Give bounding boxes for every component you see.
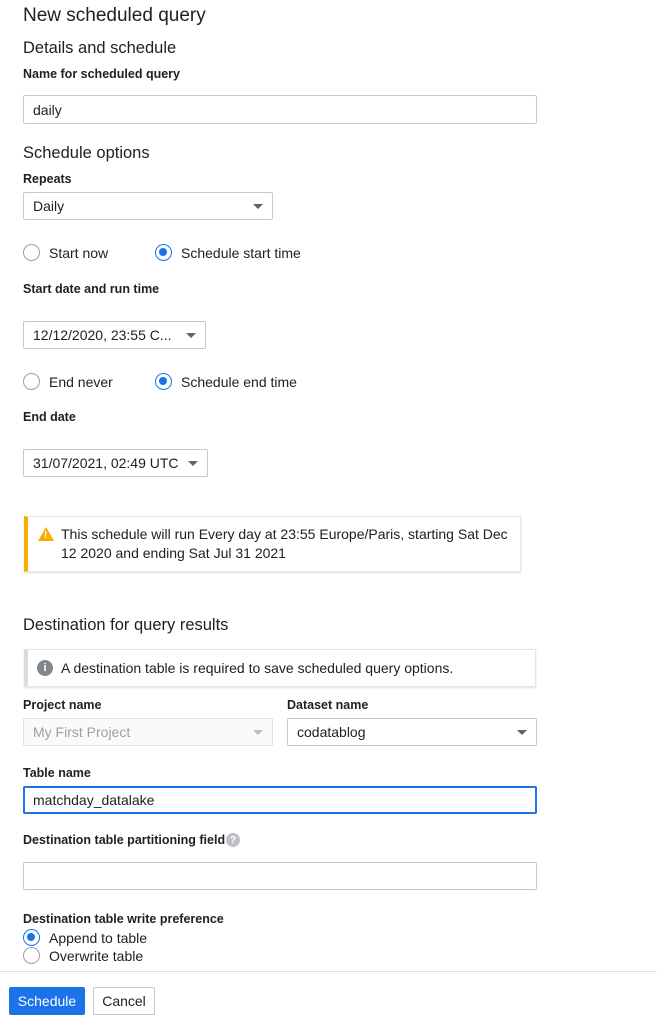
end-date-label: End date (23, 410, 76, 424)
dataset-select[interactable]: codatablog (287, 718, 537, 746)
end-never-radio[interactable] (23, 373, 40, 390)
schedule-button[interactable]: Schedule (9, 987, 85, 1015)
chevron-down-icon (253, 729, 263, 735)
page-title: New scheduled query (23, 5, 206, 26)
destination-heading: Destination for query results (23, 616, 229, 634)
name-input[interactable]: daily (23, 95, 537, 124)
warning-icon: ! (38, 527, 54, 541)
end-date-value: 31/07/2021, 02:49 UTC (33, 455, 179, 471)
project-select-value: My First Project (33, 724, 131, 740)
repeats-select[interactable]: Daily (23, 192, 273, 220)
start-datetime-label: Start date and run time (23, 282, 160, 296)
cancel-button[interactable]: Cancel (93, 987, 155, 1015)
append-option[interactable]: Append to table (23, 929, 147, 946)
start-datetime-select[interactable]: 12/12/2020, 23:55 C... (23, 321, 206, 349)
schedule-start-option[interactable]: Schedule start time (155, 244, 301, 261)
schedule-end-option[interactable]: Schedule end time (155, 373, 297, 390)
end-never-option[interactable]: End never (23, 373, 113, 390)
overwrite-radio[interactable] (23, 947, 40, 964)
append-label: Append to table (49, 929, 148, 946)
write-pref-label: Destination table write preference (23, 912, 224, 926)
schedule-end-label: Schedule end time (181, 373, 297, 390)
schedule-start-label: Schedule start time (181, 244, 301, 261)
footer-bar: Schedule Cancel (0, 971, 657, 1025)
name-label: Name for scheduled query (23, 67, 180, 81)
schedule-options-heading: Schedule options (23, 144, 150, 162)
partition-field-input[interactable] (23, 862, 537, 890)
chevron-down-icon (253, 203, 263, 209)
table-name-input[interactable]: matchday_datalake (23, 786, 537, 814)
end-never-label: End never (49, 373, 113, 390)
destination-info-text: A destination table is required to save … (61, 660, 454, 676)
destination-info-box: i A destination table is required to sav… (24, 649, 536, 687)
dataset-select-value: codatablog (297, 724, 366, 740)
table-name-value: matchday_datalake (33, 792, 155, 808)
repeats-label: Repeats (23, 172, 72, 186)
project-label: Project name (23, 698, 102, 712)
schedule-warning-box: ! This schedule will run Every day at 23… (24, 516, 521, 572)
dataset-label: Dataset name (287, 698, 369, 712)
overwrite-label: Overwrite table (49, 947, 144, 964)
overwrite-option[interactable]: Overwrite table (23, 947, 143, 964)
project-select: My First Project (23, 718, 273, 746)
start-now-radio[interactable] (23, 244, 40, 261)
chevron-down-icon (517, 729, 527, 735)
name-input-value: daily (33, 101, 62, 118)
start-now-option[interactable]: Start now (23, 244, 108, 261)
help-icon[interactable]: ? (226, 833, 240, 847)
info-icon: i (37, 660, 53, 676)
schedule-warning-text: This schedule will run Every day at 23:5… (61, 526, 508, 561)
chevron-down-icon (186, 332, 196, 338)
append-radio[interactable] (23, 929, 40, 946)
partition-label: Destination table partitioning field (23, 833, 226, 847)
details-heading: Details and schedule (23, 39, 177, 57)
start-now-label: Start now (49, 244, 109, 261)
end-date-select[interactable]: 31/07/2021, 02:49 UTC (23, 449, 208, 477)
table-label: Table name (23, 766, 91, 780)
schedule-start-radio[interactable] (155, 244, 172, 261)
chevron-down-icon (188, 460, 198, 466)
start-datetime-value: 12/12/2020, 23:55 C... (33, 327, 172, 343)
repeats-select-value: Daily (33, 198, 65, 214)
schedule-end-radio[interactable] (155, 373, 172, 390)
